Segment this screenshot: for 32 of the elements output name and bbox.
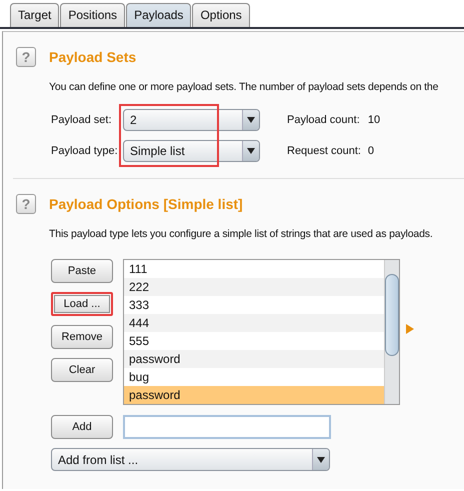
expand-arrow-icon[interactable] bbox=[406, 324, 414, 334]
info-label: Request count: bbox=[287, 145, 362, 157]
tab[interactable]: Target bbox=[10, 3, 60, 27]
dropdown[interactable]: 2 bbox=[123, 109, 260, 131]
list-item[interactable]: 222 bbox=[124, 278, 384, 296]
caret-icon bbox=[317, 456, 325, 464]
tab[interactable]: Options bbox=[192, 3, 250, 27]
input-field[interactable] bbox=[123, 415, 331, 439]
list-item[interactable]: password bbox=[124, 350, 384, 368]
info-value: 10 bbox=[368, 114, 381, 126]
dropdown[interactable]: Simple list bbox=[123, 140, 260, 162]
add-from-list-dropdown[interactable]: Add from list ... bbox=[51, 448, 330, 471]
section-title: Payload Options [Simple list] bbox=[49, 196, 243, 212]
tab[interactable]: Positions bbox=[60, 3, 126, 27]
info-label: Payload count: bbox=[287, 114, 361, 126]
caret-icon bbox=[247, 116, 255, 124]
description: You can define one or more payload sets. The number of payload sets depends on the bbox=[49, 81, 438, 93]
list-item[interactable]: 444 bbox=[124, 314, 384, 332]
caret-icon bbox=[247, 147, 255, 155]
button[interactable]: Paste bbox=[51, 259, 113, 283]
info-value: 0 bbox=[368, 145, 375, 157]
add-button[interactable]: Add bbox=[51, 415, 113, 439]
field-label: Payload set: bbox=[51, 114, 113, 126]
button[interactable]: Load ... bbox=[51, 292, 113, 316]
scrollbar[interactable] bbox=[384, 260, 399, 404]
button[interactable]: Clear bbox=[51, 358, 113, 382]
button[interactable]: Remove bbox=[51, 325, 113, 349]
list-item[interactable]: password bbox=[124, 386, 384, 404]
tab[interactable]: Payloads bbox=[126, 3, 192, 27]
section-title: Payload Sets bbox=[49, 49, 136, 65]
field-label: Payload type: bbox=[51, 145, 119, 157]
description: This payload type lets you configure a simple list of strings that are used as payloads. bbox=[49, 228, 433, 240]
